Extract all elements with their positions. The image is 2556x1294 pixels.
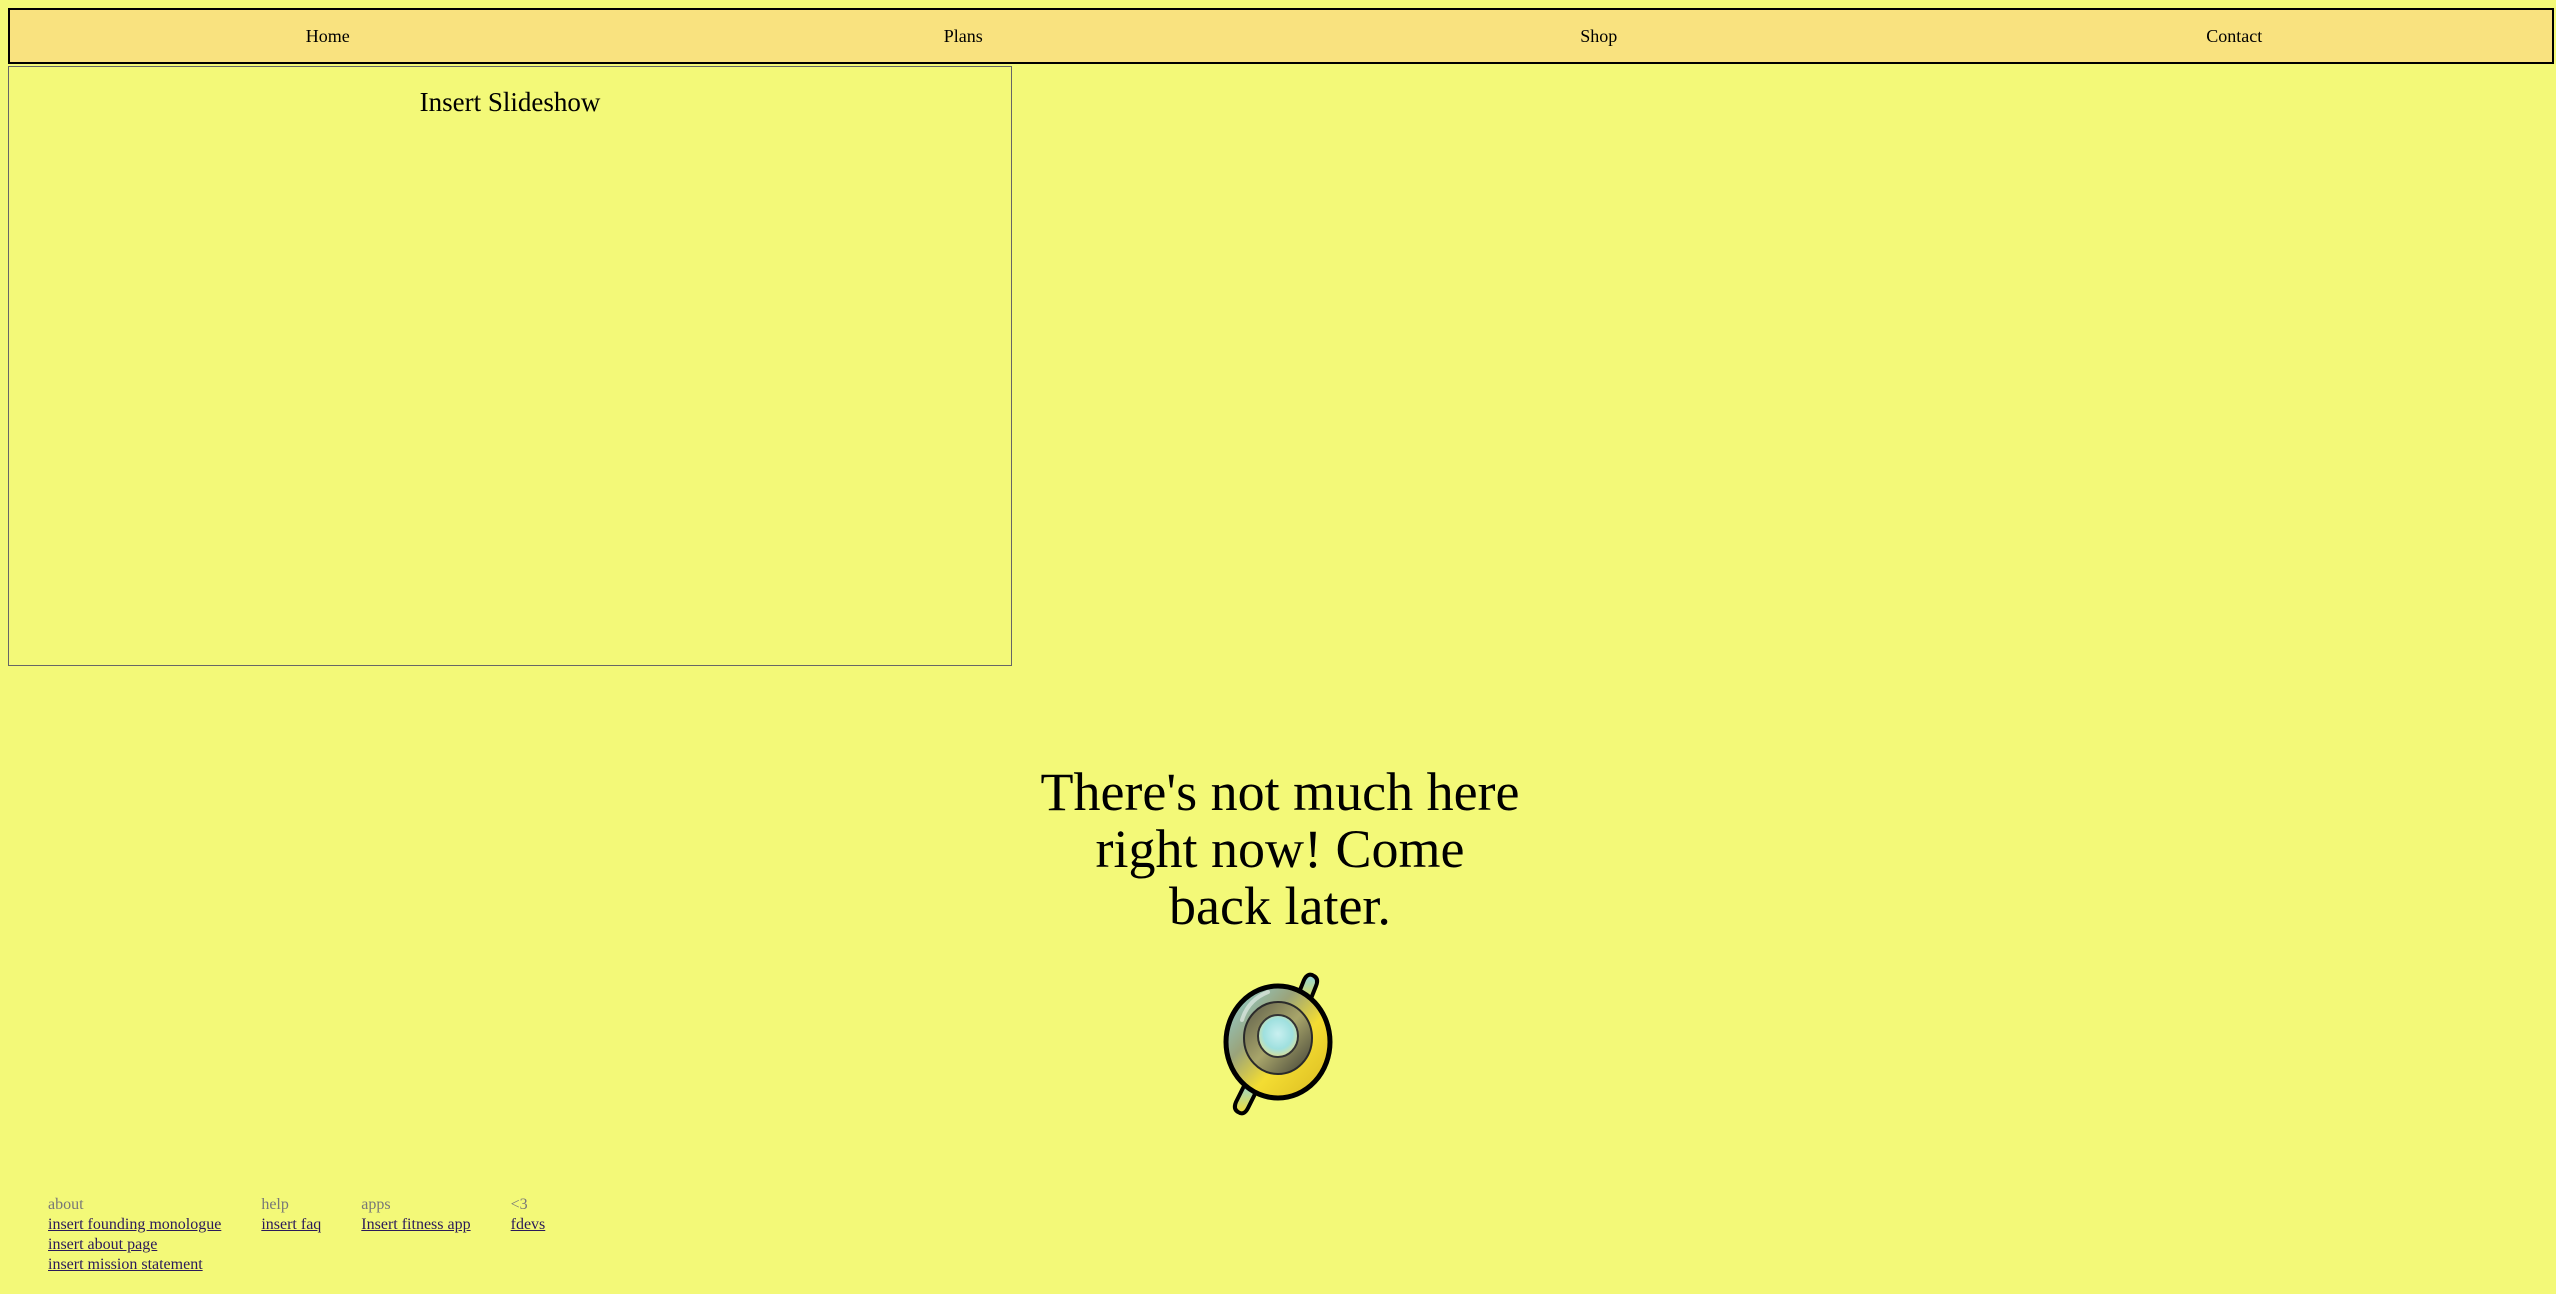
footer-link-founding-monologue[interactable]: insert founding monologue xyxy=(48,1215,221,1235)
footer-link-fdevs[interactable]: fdevs xyxy=(511,1215,546,1235)
top-nav: Home Plans Shop Contact xyxy=(8,8,2554,64)
circular-logo-icon xyxy=(1218,970,1344,1122)
page: Home Plans Shop Contact Insert Slideshow… xyxy=(0,0,2556,1294)
nav-item-shop[interactable]: Shop xyxy=(1281,8,1917,64)
nav-item-home[interactable]: Home xyxy=(10,8,646,64)
nav-item-contact[interactable]: Contact xyxy=(1917,8,2553,64)
footer-heading: <3 xyxy=(510,1196,528,1213)
footer-link-fitness-app[interactable]: Insert fitness app xyxy=(361,1215,470,1235)
coming-soon-message: There's not much here right now! Come ba… xyxy=(1040,762,1520,936)
footer-column-apps: apps Insert fitness app xyxy=(361,1195,470,1275)
footer-link-faq[interactable]: insert faq xyxy=(261,1215,321,1235)
footer-link-mission-statement[interactable]: insert mission statement xyxy=(48,1255,221,1275)
nav-item-plans[interactable]: Plans xyxy=(646,8,1282,64)
footer-column-help: help insert faq xyxy=(261,1195,321,1275)
footer-column-credits: <3 fdevs xyxy=(511,1195,546,1275)
footer-link-about-page[interactable]: insert about page xyxy=(48,1235,221,1255)
footer-heading: help xyxy=(261,1196,289,1213)
footer: about insert founding monologue insert a… xyxy=(48,1195,545,1275)
footer-heading: apps xyxy=(361,1196,391,1213)
footer-heading: about xyxy=(48,1196,84,1213)
slideshow-label: Insert Slideshow xyxy=(419,87,601,117)
slideshow-placeholder: Insert Slideshow xyxy=(8,66,1012,666)
footer-column-about: about insert founding monologue insert a… xyxy=(48,1195,221,1275)
